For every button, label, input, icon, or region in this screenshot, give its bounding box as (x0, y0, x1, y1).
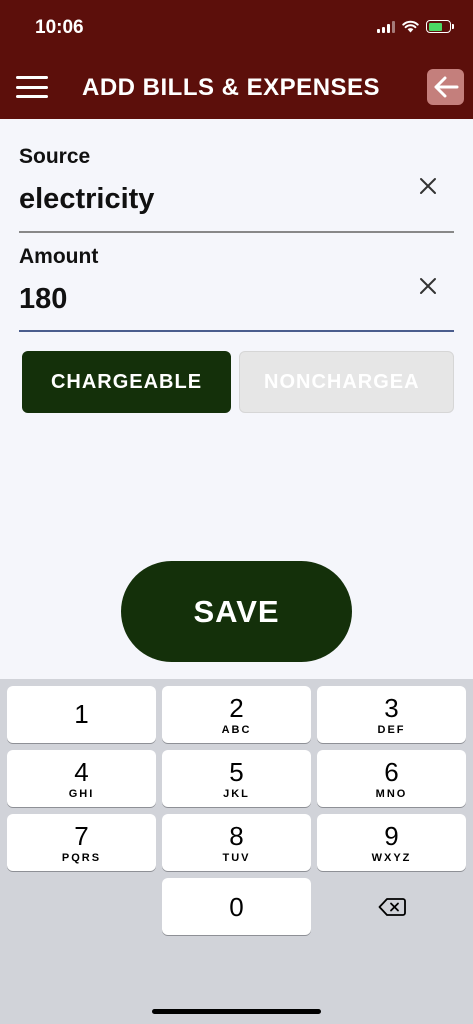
key-1[interactable]: 1 (7, 686, 156, 743)
source-label: Source (19, 145, 91, 168)
amount-input[interactable]: 180 (19, 283, 67, 316)
key-4[interactable]: 4 GHI (7, 750, 156, 807)
key-7[interactable]: 7 PQRS (7, 814, 156, 871)
key-5[interactable]: 5 JKL (162, 750, 311, 807)
key-letters: PQRS (61, 851, 102, 864)
save-button[interactable]: SAVE (121, 561, 352, 662)
arrow-left-icon (434, 76, 458, 98)
key-3[interactable]: 3 DEF (317, 686, 466, 743)
source-field[interactable]: Source electricity (19, 145, 454, 233)
key-letters: TUV (222, 851, 251, 864)
wifi-icon (402, 20, 419, 33)
source-underline (19, 231, 454, 233)
key-9[interactable]: 9 WXYZ (317, 814, 466, 871)
signal-icon (377, 20, 395, 33)
source-input[interactable]: electricity (19, 183, 154, 216)
amount-underline (19, 330, 454, 332)
key-digit: 8 (229, 820, 244, 851)
key-digit: 6 (384, 756, 399, 787)
key-digit: 4 (74, 756, 89, 787)
key-8[interactable]: 8 TUV (162, 814, 311, 871)
key-letters: GHI (68, 787, 95, 800)
key-digit: 7 (74, 820, 89, 851)
delete-key[interactable] (317, 878, 466, 935)
app-header: 10:06 ADD BILLS & EXPENSES (0, 0, 473, 119)
back-button[interactable] (427, 69, 464, 105)
menu-icon[interactable] (16, 76, 48, 98)
key-digit: 5 (229, 756, 244, 787)
key-digit: 2 (229, 692, 244, 723)
key-letters: ABC (221, 723, 252, 736)
battery-icon (426, 20, 454, 33)
key-digit: 3 (384, 692, 399, 723)
key-digit: 1 (74, 698, 89, 729)
key-0[interactable]: 0 (162, 878, 311, 935)
key-digit: 9 (384, 820, 399, 851)
backspace-icon (378, 897, 406, 916)
page-title: ADD BILLS & EXPENSES (82, 74, 381, 101)
home-indicator (152, 1009, 321, 1014)
clear-icon[interactable] (418, 276, 438, 296)
noncharge-button[interactable]: NONCHARGEA (239, 351, 454, 413)
key-letters: MNO (375, 787, 408, 800)
key-digit: 0 (229, 891, 244, 922)
key-letters: WXYZ (371, 851, 412, 864)
key-2[interactable]: 2 ABC (162, 686, 311, 743)
chargeable-button[interactable]: CHARGEABLE (22, 351, 231, 413)
key-letters: JKL (223, 787, 250, 800)
amount-field[interactable]: Amount 180 (19, 245, 454, 333)
clear-icon[interactable] (418, 176, 438, 196)
amount-label: Amount (19, 245, 99, 268)
status-icons (377, 20, 454, 33)
key-6[interactable]: 6 MNO (317, 750, 466, 807)
key-letters: DEF (377, 723, 406, 736)
numeric-keypad: 1 2 ABC 3 DEF 4 GHI 5 JKL 6 MNO 7 PQRS 8… (0, 679, 473, 1024)
status-time: 10:06 (35, 17, 84, 38)
